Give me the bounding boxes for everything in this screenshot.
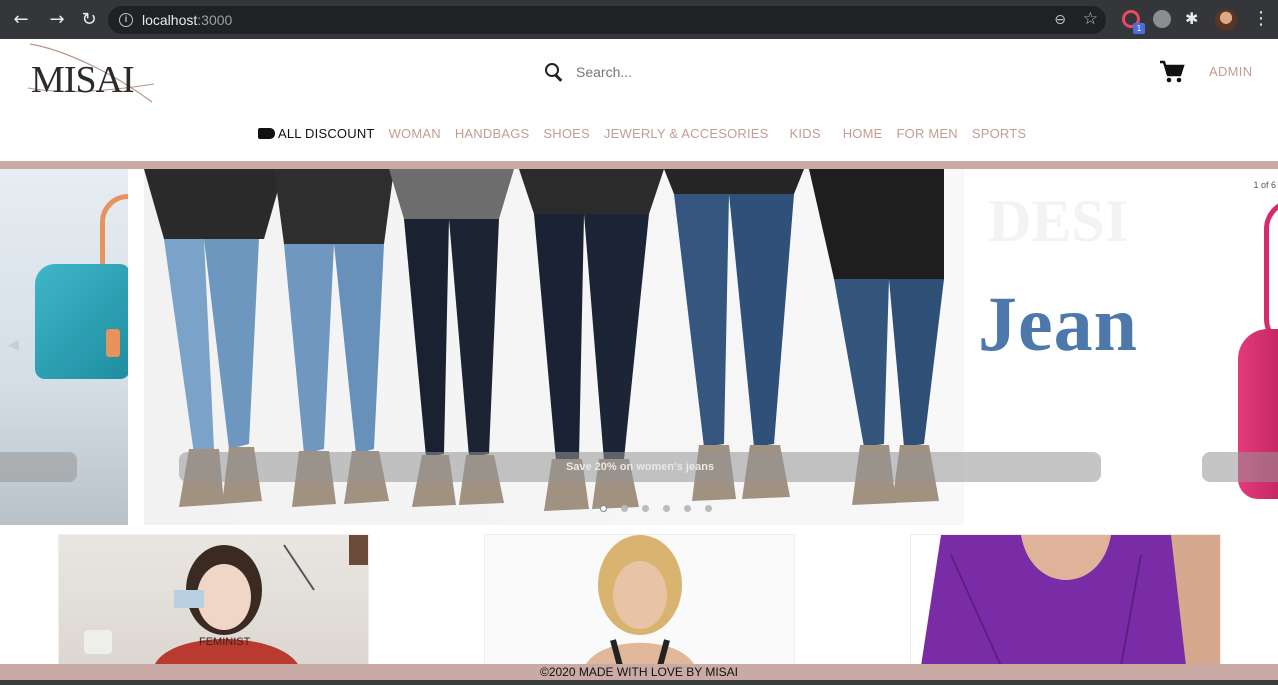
bag-strap [1264, 199, 1278, 349]
shopping-cart-icon[interactable] [1159, 60, 1185, 84]
bag-strap [106, 329, 120, 357]
reload-icon[interactable]: ↻ [78, 9, 100, 31]
nav-item-home[interactable]: HOME [843, 126, 883, 141]
carousel-dot-4[interactable] [663, 505, 670, 512]
carousel-slide-active[interactable]: DESI Jean Save 20% on women's jeans [128, 169, 1152, 525]
product-image: FEMINIST [84, 535, 368, 664]
window-bottom-edge [0, 680, 1278, 685]
category-nav: ALL DISCOUNT WOMAN HANDBAGS SHOES JEWERL… [258, 124, 1040, 142]
nav-item-handbags[interactable]: HANDBAGS [455, 126, 530, 141]
back-arrow-icon[interactable]: ← [10, 9, 32, 31]
carousel-slide-next[interactable]: 1 of 6 [1152, 169, 1278, 525]
admin-link[interactable]: ADMIN [1209, 64, 1252, 79]
site-footer: ©2020 MADE WITH LOVE BY MISAI [0, 664, 1278, 680]
carousel-dot-6[interactable] [705, 505, 712, 512]
slide-caption: Save 20% on women's jeans [179, 452, 1101, 482]
slide-counter: 1 of 6 [1253, 180, 1276, 190]
carousel-dot-3[interactable] [642, 505, 649, 512]
url-host: localhost [142, 12, 198, 28]
zoom-out-icon[interactable]: ⊖ [1054, 12, 1066, 28]
nav-item-kids[interactable]: KIDS [790, 126, 821, 141]
url-text: localhost:3000 [142, 12, 232, 28]
slide-caption-bar [1202, 452, 1278, 482]
hero-carousel[interactable]: ◀ DESI Jean Save 20% on women's jeans 1 … [0, 169, 1278, 525]
slide-caption-bar [0, 452, 77, 482]
product-image [921, 535, 1220, 664]
carousel-dot-1[interactable] [600, 505, 607, 512]
product-image [586, 535, 694, 664]
tag-icon [258, 127, 275, 139]
logo-text: MISAI [31, 59, 135, 101]
forward-arrow-icon[interactable]: → [46, 9, 68, 31]
nav-item-jewerly-accesories[interactable]: JEWERLY & ACCESORIES [604, 126, 769, 141]
slide-headline: Jean [978, 280, 1138, 367]
address-bar[interactable]: i localhost:3000 ⊖ ☆ [108, 6, 1106, 34]
extension-badge: 1 [1133, 23, 1145, 34]
header-divider [0, 161, 1278, 169]
nav-item-all-discount[interactable]: ALL DISCOUNT [278, 126, 375, 141]
extension-icon[interactable]: 1 [1122, 10, 1145, 34]
nav-item-shoes[interactable]: SHOES [543, 126, 590, 141]
kebab-menu-icon[interactable]: ⋮ [1252, 8, 1270, 29]
browser-toolbar: ← → ↻ i localhost:3000 ⊖ ☆ 1 ✱ ⋮ [0, 0, 1278, 39]
info-icon[interactable]: i [119, 13, 133, 27]
carousel-prev-arrow-icon[interactable]: ◀ [8, 337, 19, 353]
product-card[interactable]: FEMINIST [58, 534, 369, 665]
product-card[interactable] [484, 534, 795, 665]
url-port: :3000 [197, 12, 233, 28]
ghost-headline: DESI [988, 188, 1129, 254]
puzzle-icon[interactable]: ✱ [1185, 9, 1203, 28]
carousel-dot-2[interactable] [621, 505, 628, 512]
nav-item-woman[interactable]: WOMAN [389, 126, 441, 141]
nav-item-sports[interactable]: SPORTS [972, 126, 1026, 141]
teal-handbag-image [35, 264, 130, 379]
extension-icon[interactable] [1153, 10, 1171, 28]
bookmark-star-icon[interactable]: ☆ [1083, 9, 1098, 29]
search-bar[interactable] [544, 60, 844, 84]
site-logo[interactable]: MISAI [26, 40, 156, 104]
carousel-dots [600, 505, 726, 512]
nav-item-for-men[interactable]: FOR MEN [897, 126, 958, 141]
search-icon[interactable] [544, 62, 564, 82]
search-input[interactable] [576, 64, 826, 80]
carousel-dot-5[interactable] [684, 505, 691, 512]
product-card[interactable] [910, 534, 1221, 665]
carousel-slide-prev[interactable]: ◀ [0, 169, 130, 525]
profile-avatar[interactable] [1215, 9, 1237, 31]
svg-text:FEMINIST: FEMINIST [199, 636, 251, 648]
